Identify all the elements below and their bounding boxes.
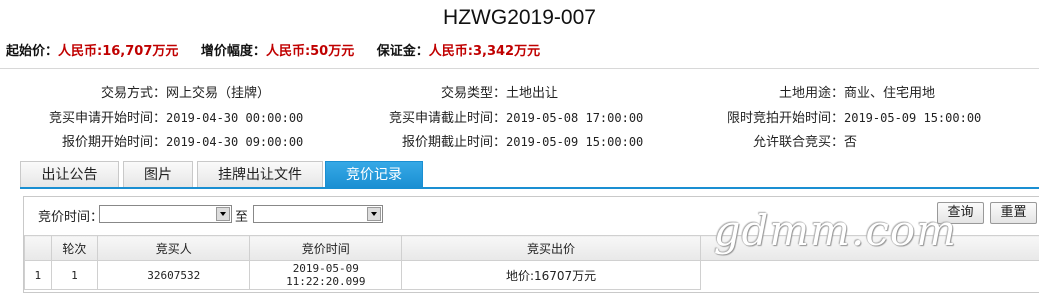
- info-value: 2019-05-08 17:00:00: [506, 111, 643, 125]
- info-label: 竞买申请截止时间：: [370, 107, 506, 126]
- tab-listing-documents[interactable]: 挂牌出让文件: [197, 161, 323, 188]
- info-apply-end: 竞买申请截止时间：2019-05-08 17:00:00: [370, 107, 643, 126]
- column-header-bid-time: 竞价时间: [250, 236, 402, 261]
- to-label: 至: [235, 206, 248, 225]
- info-value: 2019-05-09 15:00:00: [844, 111, 981, 125]
- tab-underline: [20, 187, 1039, 189]
- page-title: HZWG2019-007: [0, 6, 1039, 30]
- divider: [0, 68, 1039, 69]
- bid-time-to-select[interactable]: [253, 205, 383, 223]
- info-value: 否: [844, 135, 857, 150]
- info-value: 商业、住宅用地: [844, 86, 935, 101]
- cell-bid-price: 地价:16707万元: [402, 261, 701, 290]
- column-header-bidder: 竞买人: [98, 236, 250, 261]
- cell-index: 1: [25, 261, 52, 290]
- tab-images[interactable]: 图片: [123, 161, 193, 188]
- cell-filler: [700, 261, 1039, 290]
- info-label: 允许联合竞买：: [700, 131, 844, 150]
- info-trade-mode: 交易方式：网上交易（挂牌）: [30, 82, 270, 101]
- info-value: 2019-04-30 00:00:00: [166, 111, 303, 125]
- info-value: 网上交易（挂牌）: [166, 86, 270, 101]
- info-label: 土地用途：: [700, 82, 844, 101]
- info-label: 竞买申请开始时间：: [30, 107, 166, 126]
- info-joint-bid: 允许联合竞买：否: [700, 131, 857, 150]
- info-label: 报价期截止时间：: [370, 131, 506, 150]
- table-row[interactable]: 1 1 32607532 2019-05-09 11:22:20.099 地价:…: [25, 261, 1039, 290]
- increment-label: 增价幅度：: [201, 44, 266, 59]
- column-header-round: 轮次: [51, 236, 97, 261]
- info-timed-start: 限时竞拍开始时间：2019-05-09 15:00:00: [700, 107, 981, 126]
- deposit-value: 人民币:3,342万元: [429, 44, 540, 59]
- info-trade-type: 交易类型：土地出让: [370, 82, 558, 101]
- start-price-label: 起始价：: [6, 44, 58, 59]
- price-summary: 起始价：人民币:16,707万元 增价幅度：人民币:50万元 保证金：人民币:3…: [6, 40, 558, 59]
- info-quote-start: 报价期开始时间：2019-04-30 09:00:00: [30, 131, 303, 150]
- tab-bid-records[interactable]: 竞价记录: [325, 161, 423, 188]
- info-value: 土地出让: [506, 86, 558, 101]
- info-quote-end: 报价期截止时间：2019-05-09 15:00:00: [370, 131, 643, 150]
- start-price-value: 人民币:16,707万元: [58, 44, 178, 59]
- bid-time-from-select[interactable]: [99, 205, 232, 223]
- site-watermark: gdmm.com: [714, 206, 957, 255]
- cell-bid-time: 2019-05-09 11:22:20.099: [250, 261, 402, 290]
- info-label: 报价期开始时间：: [30, 131, 166, 150]
- info-label: 交易类型：: [370, 82, 506, 101]
- info-value: 2019-04-30 09:00:00: [166, 135, 303, 149]
- column-header-index: [25, 236, 52, 261]
- increment-value: 人民币:50万元: [266, 44, 354, 59]
- bid-time-label: 竞价时间：: [38, 206, 103, 225]
- dropdown-arrow-icon[interactable]: [367, 207, 381, 221]
- info-value: 2019-05-09 15:00:00: [506, 135, 643, 149]
- info-label: 限时竞拍开始时间：: [700, 107, 844, 126]
- cell-round: 1: [51, 261, 97, 290]
- cell-bidder: 32607532: [98, 261, 250, 290]
- tab-announcement[interactable]: 出让公告: [20, 161, 119, 188]
- reset-button[interactable]: 重置: [990, 202, 1037, 224]
- info-label: 交易方式：: [30, 82, 166, 101]
- dropdown-arrow-icon[interactable]: [216, 207, 230, 221]
- column-header-bid-price: 竞买出价: [402, 236, 701, 261]
- deposit-label: 保证金：: [377, 44, 429, 59]
- info-apply-start: 竞买申请开始时间：2019-04-30 00:00:00: [30, 107, 303, 126]
- info-land-use: 土地用途：商业、住宅用地: [700, 82, 935, 101]
